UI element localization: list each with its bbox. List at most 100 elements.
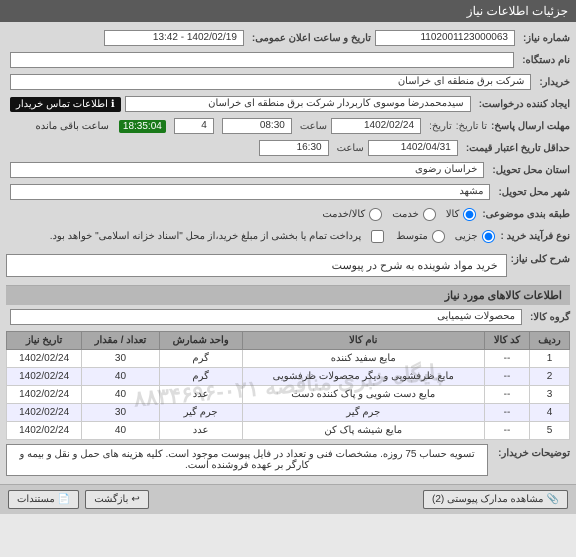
device-label: نام دستگاه: [522, 55, 570, 66]
table-row: 1--مایع سفید کنندهگرم301402/02/24 [7, 350, 570, 368]
table-cell: جرم گیر [242, 404, 484, 422]
radio-kala[interactable] [463, 208, 476, 221]
table-row: 3--مایع دست شویی و پاک کننده دستعدد40140… [7, 386, 570, 404]
table-row: 5--مایع شیشه پاک کنعدد401402/02/24 [7, 422, 570, 440]
table-cell: 2 [529, 368, 569, 386]
table-cell: 30 [82, 404, 159, 422]
opt-kala-label: کالا [446, 209, 460, 220]
table-cell: 1 [529, 350, 569, 368]
opt-both-label: کالا/خدمت [322, 209, 365, 220]
need-no-field: 1102001123000063 [375, 30, 515, 46]
days-field: 4 [174, 118, 214, 134]
doc-icon: 📄 [58, 494, 70, 505]
table-row: 2--مایع ظرفشویی و دیگر محصولات ظرفشوییگر… [7, 368, 570, 386]
radio-partial[interactable] [482, 230, 495, 243]
table-cell: 1402/02/24 [7, 422, 82, 440]
info-icon: ℹ [111, 99, 115, 110]
announce-field: 1402/02/19 - 13:42 [104, 30, 244, 46]
validity-time-field: 16:30 [259, 140, 329, 156]
table-cell: -- [484, 350, 529, 368]
table-cell: 30 [82, 350, 159, 368]
table-cell: 3 [529, 386, 569, 404]
validity-date-field: 1402/04/31 [368, 140, 458, 156]
table-cell: -- [484, 368, 529, 386]
opt-service-label: خدمت [392, 209, 419, 220]
table-cell: گرم [159, 350, 242, 368]
checkbox-treasury[interactable] [371, 230, 384, 243]
table-cell: مایع شیشه پاک کن [242, 422, 484, 440]
goods-group-field: محصولات شیمیایی [10, 309, 522, 325]
table-cell: -- [484, 422, 529, 440]
form-body: شماره نیاز: 1102001123000063 تاریخ و ساع… [0, 22, 576, 484]
deadline-date-field: 1402/02/24 [331, 118, 421, 134]
table-row: 4--جرم گیرجرم گیر301402/02/24 [7, 404, 570, 422]
table-cell: 40 [82, 386, 159, 404]
need-desc-label: شرح کلی نیاز: [511, 254, 570, 265]
table-cell: 5 [529, 422, 569, 440]
table-cell: 40 [82, 422, 159, 440]
back-button[interactable]: ↩ بازگشت [85, 490, 149, 509]
footer-bar: 📎 مشاهده مدارک پیوستی (2) ↩ بازگشت 📄 مست… [0, 484, 576, 514]
table-cell: -- [484, 404, 529, 422]
province-field: خراسان رضوی [10, 162, 484, 178]
table-header: ردیف [529, 332, 569, 350]
table-header: تاریخ نیاز [7, 332, 82, 350]
validity-time-label: ساعت [337, 143, 364, 154]
table-cell: جرم گیر [159, 404, 242, 422]
need-desc-field: خرید مواد شوینده به شرح در پیوست [6, 254, 507, 277]
items-section-title: اطلاعات کالاهای مورد نیاز [6, 285, 570, 305]
table-cell: مایع دست شویی و پاک کننده دست [242, 386, 484, 404]
deadline-time-field: 08:30 [222, 118, 292, 134]
table-cell: مایع ظرفشویی و دیگر محصولات ظرفشویی [242, 368, 484, 386]
table-header: تعداد / مقدار [82, 332, 159, 350]
table-cell: مایع سفید کننده [242, 350, 484, 368]
remaining-time-badge: 18:35:04 [119, 120, 166, 133]
attach-icon: 📎 [547, 494, 559, 505]
deadline-label: مهلت ارسال پاسخ: [491, 121, 570, 132]
city-label: شهر محل تحویل: [498, 187, 570, 198]
table-cell: 1402/02/24 [7, 368, 82, 386]
table-cell: 1402/02/24 [7, 404, 82, 422]
table-header: کد کالا [484, 332, 529, 350]
province-label: استان محل تحویل: [492, 165, 570, 176]
radio-medium[interactable] [432, 230, 445, 243]
device-field [10, 52, 514, 68]
items-table: ردیفکد کالانام کالاواحد شمارشتعداد / مقد… [6, 331, 570, 440]
buyer-notes-label: توضیحات خریدار: [498, 448, 570, 459]
table-cell: 1402/02/24 [7, 350, 82, 368]
requester-label: ایجاد کننده درخواست: [479, 99, 570, 110]
table-cell: گرم [159, 368, 242, 386]
window-title: جزئیات اطلاعات نیاز [0, 0, 576, 22]
buyer-field: شرکت برق منطقه ای خراسان [10, 74, 531, 90]
radio-both[interactable] [369, 208, 382, 221]
table-cell: عدد [159, 386, 242, 404]
purchase-type-label: نوع فرآیند خرید : [501, 231, 570, 242]
date-sublabel2: تاریخ: [429, 121, 452, 132]
announce-label: تاریخ و ساعت اعلان عمومی: [252, 33, 371, 44]
buyer-label: خریدار: [539, 77, 570, 88]
docs-button[interactable]: 📄 مستندات [8, 490, 79, 509]
table-header: واحد شمارش [159, 332, 242, 350]
view-attachments-button[interactable]: 📎 مشاهده مدارک پیوستی (2) [423, 490, 568, 509]
remaining-label: ساعت باقی مانده [36, 121, 109, 132]
radio-service[interactable] [423, 208, 436, 221]
pay-note: پرداخت تمام یا بخشی از مبلغ خرید،از محل … [50, 231, 362, 242]
table-cell: -- [484, 386, 529, 404]
contact-button[interactable]: ℹ اطلاعات تماس خریدار [10, 97, 121, 112]
table-header: نام کالا [242, 332, 484, 350]
date-sublabel: تا تاریخ: [456, 121, 487, 132]
time-sublabel: ساعت [300, 121, 327, 132]
requester-field: سیدمحمدرضا موسوی کاربردار شرکت برق منطقه… [125, 96, 471, 112]
need-no-label: شماره نیاز: [523, 33, 570, 44]
table-cell: 1402/02/24 [7, 386, 82, 404]
table-cell: 40 [82, 368, 159, 386]
table-cell: عدد [159, 422, 242, 440]
back-icon: ↩ [131, 494, 139, 505]
validity-label: حداقل تاریخ اعتبار قیمت: [466, 143, 570, 154]
table-cell: 4 [529, 404, 569, 422]
items-table-wrap: پایگاه خبری مناقصه ۰۲۱-۸۸۳۴۶۹۶ ردیفکد کا… [6, 331, 570, 440]
city-field: مشهد [10, 184, 490, 200]
opt-medium-label: متوسط [396, 231, 427, 242]
opt-partial-label: جزیی [455, 231, 478, 242]
goods-group-label: گروه کالا: [530, 312, 570, 323]
